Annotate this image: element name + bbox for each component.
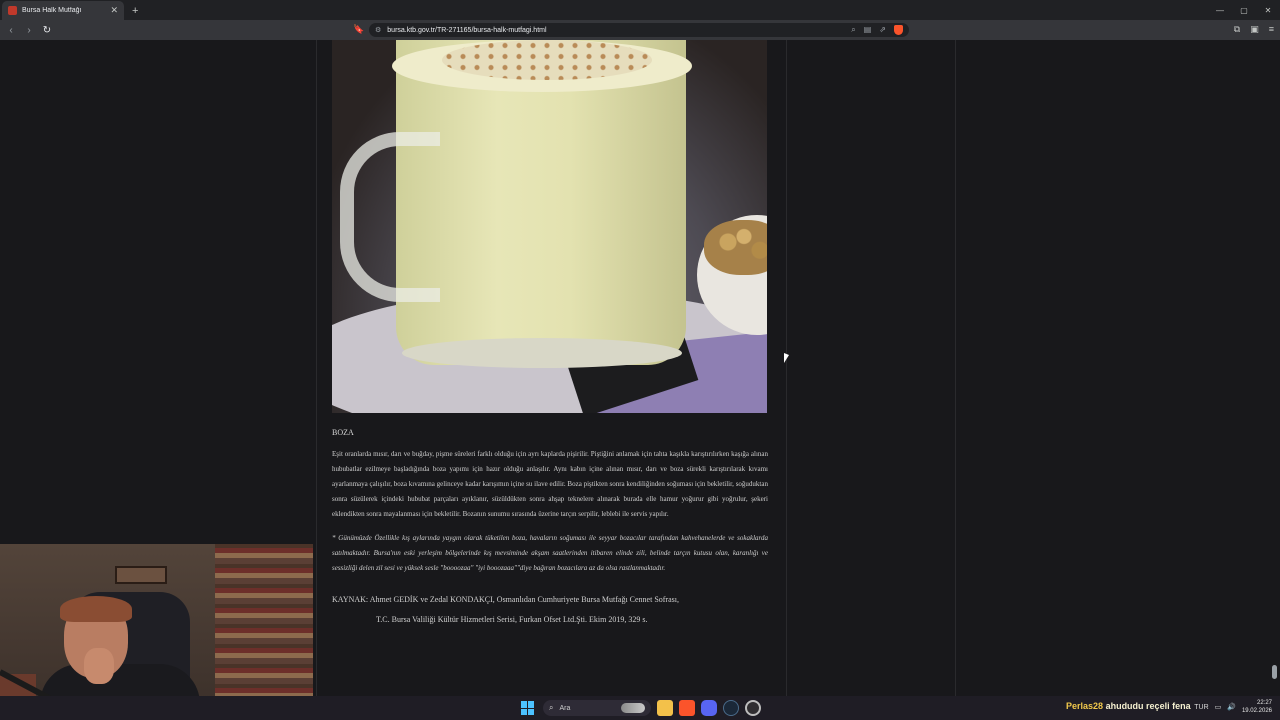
- toolbar-right-actions: ⧉ ▣ ≡: [1234, 24, 1274, 35]
- source-line-1: KAYNAK: Ahmet GEDİK ve Zedal KONDAKÇI, O…: [332, 595, 679, 604]
- webcam-overlay: [0, 544, 313, 720]
- search-placeholder: Ara: [559, 704, 571, 712]
- scrollbar-thumb[interactable]: [1272, 665, 1277, 679]
- clock[interactable]: 22:27 19.02.2026: [1242, 699, 1272, 715]
- close-window-button[interactable]: ✕: [1256, 6, 1280, 15]
- chat-message: ahududu reçeli fena: [1105, 701, 1191, 711]
- taskbar-search[interactable]: ⌕ Ara: [543, 700, 651, 716]
- mug-base: [402, 338, 682, 368]
- brave-shield-icon[interactable]: [894, 25, 903, 35]
- column-divider: [955, 40, 956, 696]
- new-tab-button[interactable]: +: [132, 5, 138, 17]
- address-bar[interactable]: ⚙ bursa.ktb.gov.tr/TR-271165/bursa-halk-…: [369, 23, 909, 37]
- boza-photo: [332, 40, 767, 413]
- reader-mode-icon[interactable]: ▤: [864, 25, 872, 35]
- address-bar-actions: ⌕ ▤ ⇗: [851, 25, 903, 35]
- search-highlight-icon: [621, 703, 645, 713]
- wall-picture: [115, 566, 167, 584]
- brave-browser-icon[interactable]: [679, 700, 695, 716]
- streamer-hair: [60, 596, 132, 622]
- mug-handle: [340, 132, 440, 302]
- taskbar-apps: ⌕ Ara: [521, 700, 761, 716]
- window-controls: — ▢ ✕: [1208, 0, 1280, 20]
- clock-time: 22:27: [1256, 700, 1272, 706]
- menu-icon[interactable]: ≡: [1269, 24, 1274, 35]
- chat-username: Perlas28: [1066, 701, 1104, 711]
- search-icon: ⌕: [549, 703, 554, 712]
- sidebar-icon[interactable]: ▣: [1250, 24, 1259, 35]
- windows-start-icon[interactable]: [521, 701, 535, 715]
- browser-toolbar: ‹ › ↻ 🔖 ⚙ bursa.ktb.gov.tr/TR-271165/bur…: [0, 20, 1280, 40]
- taskbar: ⌕ Ara Perlas28 ahududu reçeli fena TUR ▭…: [0, 696, 1280, 720]
- file-explorer-icon[interactable]: [657, 700, 673, 716]
- history-note: * Günümüzde Özellikle kış aylarında yayg…: [332, 534, 768, 572]
- reload-button[interactable]: ↻: [40, 25, 54, 36]
- system-tray: TUR ▭ 🔊 22:27 19.02.2026: [1194, 699, 1272, 715]
- site-info-icon[interactable]: ⚙: [375, 26, 381, 34]
- bookshelf: [215, 544, 313, 720]
- source-line-2: T.C. Bursa Valiliği Kültür Hizmetleri Se…: [376, 615, 648, 624]
- article-content: BOZA Eşit oranlarda mısır, darı ve buğda…: [332, 40, 768, 630]
- language-indicator[interactable]: TUR: [1194, 704, 1208, 711]
- clock-date: 19.02.2026: [1241, 708, 1272, 714]
- maximize-button[interactable]: ▢: [1232, 6, 1256, 15]
- mouse-cursor-icon: [784, 353, 789, 363]
- volume-icon[interactable]: 🔊: [1227, 703, 1236, 711]
- tab-strip: Bursa Halk Mutfağı ✕ + — ▢ ✕: [0, 0, 1280, 20]
- tab-title: Bursa Halk Mutfağı: [22, 7, 82, 14]
- network-icon[interactable]: ▭: [1215, 703, 1222, 711]
- discord-icon[interactable]: [701, 700, 717, 716]
- streamer-hand: [84, 648, 114, 684]
- minimize-button[interactable]: —: [1208, 6, 1232, 15]
- column-divider: [316, 40, 317, 696]
- url-text[interactable]: bursa.ktb.gov.tr/TR-271165/bursa-halk-mu…: [387, 27, 851, 34]
- back-button[interactable]: ‹: [4, 25, 18, 36]
- bookmark-icon[interactable]: 🔖: [353, 24, 364, 35]
- steam-icon[interactable]: [723, 700, 739, 716]
- chat-ticker: Perlas28 ahududu reçeli fena: [1066, 701, 1191, 711]
- section-title: BOZA: [332, 428, 354, 437]
- vertical-scrollbar[interactable]: [1270, 40, 1278, 696]
- extensions-icon[interactable]: ⧉: [1234, 24, 1240, 35]
- zoom-icon[interactable]: ⌕: [851, 25, 855, 35]
- browser-window: Bursa Halk Mutfağı ✕ + — ▢ ✕ ‹ › ↻ 🔖 ⚙ b…: [0, 0, 1280, 720]
- recipe-paragraph: Eşit oranlarda mısır, darı ve buğday, pi…: [332, 450, 768, 518]
- tab-close-icon[interactable]: ✕: [110, 6, 118, 15]
- leblebi: [704, 220, 767, 275]
- forward-button[interactable]: ›: [22, 25, 36, 36]
- source-citation: KAYNAK: Ahmet GEDİK ve Zedal KONDAKÇI, O…: [332, 590, 768, 630]
- column-divider: [786, 40, 787, 696]
- tab-bursa-halk-mutfagi[interactable]: Bursa Halk Mutfağı ✕: [2, 1, 124, 20]
- site-favicon-icon: [8, 6, 17, 15]
- cinnamon-topping: [442, 40, 652, 80]
- obs-icon[interactable]: [745, 700, 761, 716]
- share-icon[interactable]: ⇗: [879, 25, 886, 35]
